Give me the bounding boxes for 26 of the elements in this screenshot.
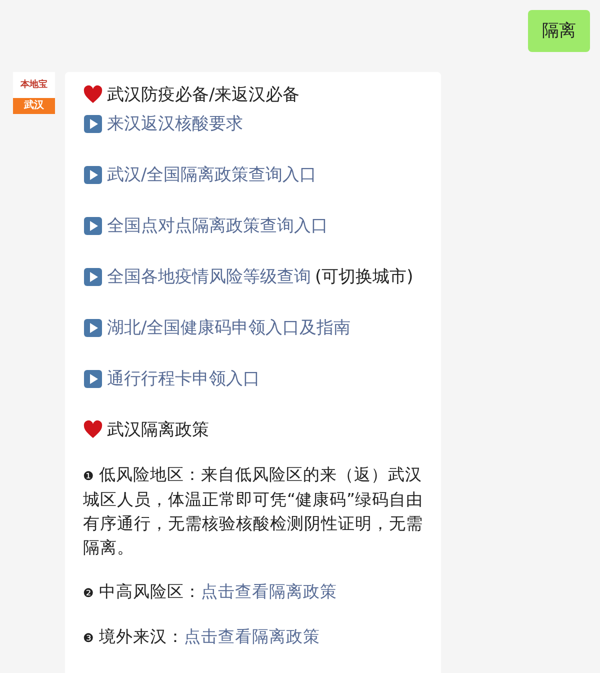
policy-text: ❸ 境外来汉：点击查看隔离政策	[83, 626, 322, 648]
link[interactable]: 全国各地疫情风险等级查询	[107, 264, 311, 290]
heart-icon	[83, 420, 103, 440]
section-heading: 武汉隔离政策	[107, 419, 209, 442]
play-icon	[83, 114, 103, 134]
policy-link[interactable]: 点击查看隔离政策	[201, 582, 338, 601]
heart-icon	[83, 85, 103, 105]
section-heading: 武汉防疫必备/来返汉必备	[107, 84, 300, 107]
avatar-brand-text: 本地宝	[20, 78, 48, 92]
policy-text: ❶ 低风险地区：来自低风险区的来（返）武汉城区人员，体温正常即可凭“健康码”绿码自由有序通行，无需核验核酸检测阴性证明，无需隔离。	[83, 464, 424, 559]
sender-avatar[interactable]: 本地宝 武汉	[13, 72, 55, 114]
link[interactable]: 全国点对点隔离政策查询入口	[107, 213, 328, 239]
play-icon	[83, 216, 103, 236]
avatar-city-label: 武汉	[13, 98, 55, 114]
play-icon	[83, 318, 103, 338]
link[interactable]: 来汉返汉核酸要求	[107, 111, 243, 137]
play-icon	[83, 165, 103, 185]
policy-text: ❷ 中高风险区：点击查看隔离政策	[83, 581, 338, 603]
link-note: (可切换城市)	[315, 266, 414, 289]
link[interactable]: 武汉/全国隔离政策查询入口	[107, 162, 317, 188]
play-icon	[83, 369, 103, 389]
link[interactable]: 湖北/全国健康码申领入口及指南	[107, 315, 351, 341]
link[interactable]: 通行行程卡申领入口	[107, 366, 260, 392]
sent-message-bubble: 隔离	[528, 10, 590, 52]
policy-link[interactable]: 点击查看隔离政策	[184, 627, 320, 646]
play-icon	[83, 267, 103, 287]
